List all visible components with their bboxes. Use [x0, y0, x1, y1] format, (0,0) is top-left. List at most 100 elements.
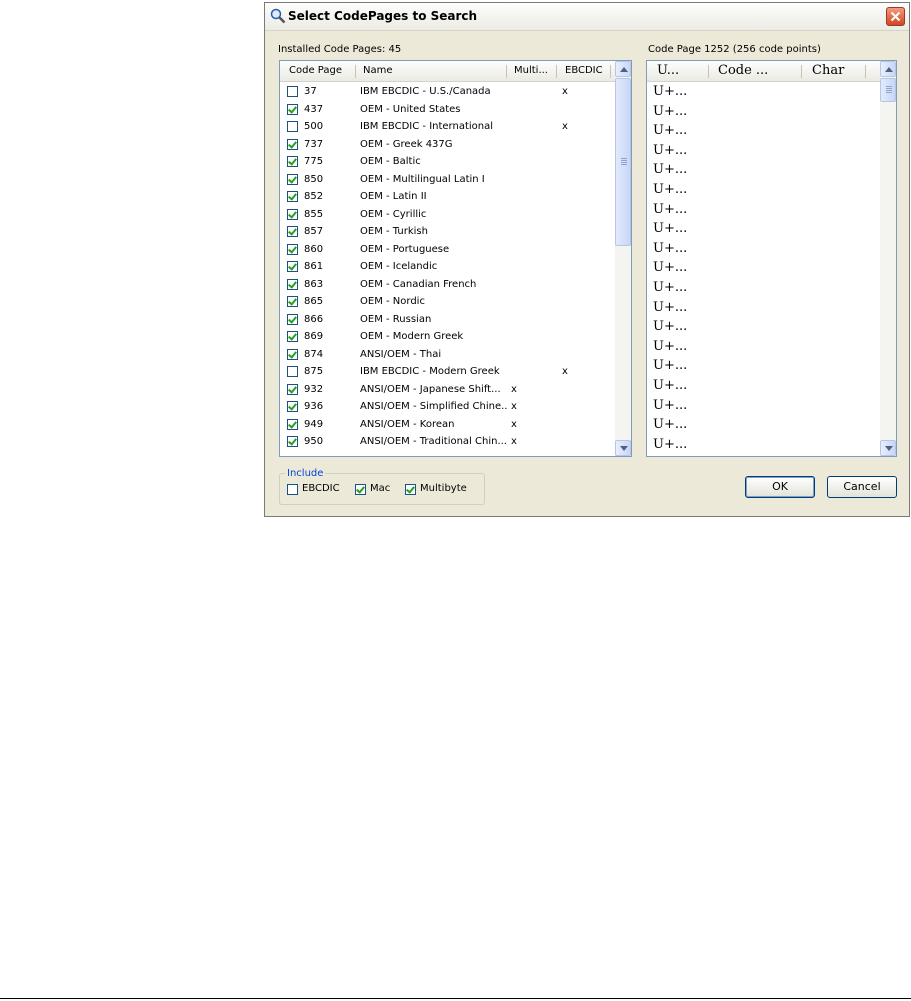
column-header-name[interactable]: Name [363, 61, 503, 81]
code-page-name: IBM EBCDIC - U.S./Canada [360, 86, 491, 97]
code-points-list[interactable]: U... Code ... Char U+... U+... U+... U+... U… [646, 60, 897, 457]
scroll-up-icon [620, 67, 628, 72]
code-page-row[interactable]: 866 OEM - Russian [280, 311, 616, 329]
scroll-thumb[interactable] [880, 78, 896, 102]
code-page-number: 874 [304, 348, 324, 360]
include-mac-checkbox[interactable] [355, 484, 366, 495]
code-page-checkbox[interactable] [287, 401, 298, 412]
code-page-name: ANSI/OEM - Simplified Chine... [360, 401, 508, 412]
code-page-row[interactable]: 500 IBM EBCDIC - International x [280, 118, 616, 136]
code-page-checkbox[interactable] [287, 331, 298, 342]
cancel-button[interactable]: Cancel [827, 476, 897, 498]
scroll-down-button[interactable] [880, 440, 896, 456]
code-page-row[interactable]: 875 IBM EBCDIC - Modern Greek x [280, 363, 616, 381]
code-page-checkbox[interactable] [287, 191, 298, 202]
code-page-row[interactable]: 37 IBM EBCDIC - U.S./Canada x [280, 83, 616, 101]
include-ebcdic-checkbox[interactable] [287, 484, 298, 495]
code-page-row[interactable]: 861 OEM - Icelandic [280, 258, 616, 276]
code-page-row[interactable]: 932 ANSI/OEM - Japanese Shift... x [280, 381, 616, 399]
title-bar[interactable]: Select CodePages to Search [265, 3, 909, 31]
code-point-row[interactable]: U+... [653, 102, 687, 122]
code-page-row[interactable]: 950 ANSI/OEM - Traditional Chin... x [280, 433, 616, 451]
code-point-row[interactable]: U+... [653, 278, 687, 298]
scroll-up-button[interactable] [880, 61, 896, 77]
code-point-row[interactable]: U+... [653, 337, 687, 357]
code-page-checkbox[interactable] [287, 383, 298, 395]
installed-code-pages-list[interactable]: Code Page Name Multi... EBCDIC 37 IBM EBC… [279, 60, 632, 457]
code-page-row[interactable]: 936 ANSI/OEM - Simplified Chine... x [280, 398, 616, 416]
code-point-row[interactable]: U+... [653, 121, 687, 141]
code-page-checkbox[interactable] [287, 436, 298, 447]
code-page-name: IBM EBCDIC - Modern Greek [360, 366, 500, 377]
column-header-unicode[interactable]: U... [657, 61, 707, 81]
code-point-row[interactable]: U+... [653, 258, 687, 278]
code-page-row[interactable]: 874 ANSI/OEM - Thai [280, 346, 616, 364]
code-page-checkbox[interactable] [287, 261, 298, 272]
code-page-row[interactable]: 860 OEM - Portuguese [280, 241, 616, 259]
code-page-checkbox[interactable] [287, 138, 298, 150]
code-page-row[interactable]: 855 OEM - Cyrillic [280, 206, 616, 224]
code-point-row[interactable]: U+... [653, 82, 687, 102]
code-point-row[interactable]: U+... [653, 396, 687, 416]
code-page-checkbox[interactable] [287, 226, 298, 237]
code-point-row[interactable]: U+... [653, 415, 687, 435]
code-page-checkbox[interactable] [287, 313, 298, 325]
code-points-scrollbar[interactable] [880, 61, 896, 456]
code-point-row[interactable]: U+... [653, 317, 687, 337]
code-point-row[interactable]: U+... [653, 160, 687, 180]
code-page-row[interactable]: 857 OEM - Turkish [280, 223, 616, 241]
column-header-multibyte[interactable]: Multi... [514, 61, 552, 81]
code-point-row[interactable]: U+... [653, 219, 687, 239]
code-page-checkbox[interactable] [287, 86, 298, 97]
column-header-code-page[interactable]: Code Page [289, 61, 351, 81]
code-point-row[interactable]: U+... [653, 239, 687, 259]
code-page-row[interactable]: 949 ANSI/OEM - Korean x [280, 416, 616, 434]
code-page-checkbox[interactable] [287, 366, 298, 377]
column-header-char[interactable]: Char [812, 61, 862, 81]
code-page-checkbox[interactable] [287, 173, 298, 185]
code-page-number: 852 [304, 191, 324, 202]
ok-button[interactable]: OK [745, 476, 815, 498]
code-page-checkbox[interactable] [287, 208, 298, 220]
code-page-checkbox[interactable] [287, 278, 298, 290]
include-ebcdic-option[interactable]: EBCDIC [287, 483, 347, 497]
code-point-row[interactable]: U+... [653, 200, 687, 220]
close-button[interactable] [886, 7, 905, 26]
code-page-checkbox[interactable] [287, 418, 298, 430]
code-point-row[interactable]: U+... [653, 376, 687, 396]
code-point-row[interactable]: U+... [653, 356, 687, 376]
list-scrollbar[interactable] [615, 61, 631, 456]
scroll-down-button[interactable] [615, 440, 631, 456]
include-multibyte-label: Multibyte [420, 483, 467, 494]
code-page-name: OEM - Nordic [360, 296, 425, 307]
code-page-checkbox[interactable] [287, 348, 298, 360]
code-page-row[interactable]: 775 OEM - Baltic [280, 153, 616, 171]
code-page-row[interactable]: 865 OEM - Nordic [280, 293, 616, 311]
code-page-checkbox[interactable] [287, 243, 298, 255]
column-header-ebcdic[interactable]: EBCDIC [565, 61, 607, 81]
code-page-row[interactable]: 850 OEM - Multilingual Latin I [280, 171, 616, 189]
code-page-row[interactable]: 852 OEM - Latin II [280, 188, 616, 206]
find-icon [270, 8, 286, 24]
include-multibyte-checkbox[interactable] [405, 484, 416, 495]
code-point-row[interactable]: U+... [653, 298, 687, 318]
code-point-row[interactable]: U+... [653, 435, 687, 455]
dialog-title: Select CodePages to Search [288, 9, 478, 23]
code-page-checkbox[interactable] [287, 121, 298, 132]
code-page-number: 850 [304, 173, 324, 185]
check-mark-icon [406, 484, 415, 494]
column-header-code[interactable]: Code ... [718, 61, 798, 81]
include-multibyte-option[interactable]: Multibyte [405, 483, 469, 497]
code-page-row[interactable]: 863 OEM - Canadian French [280, 276, 616, 294]
code-page-row[interactable]: 869 OEM - Modern Greek [280, 328, 616, 346]
scroll-up-button[interactable] [615, 61, 631, 77]
code-page-checkbox[interactable] [287, 156, 298, 167]
code-point-row[interactable]: U+... [653, 180, 687, 200]
code-page-checkbox[interactable] [287, 296, 298, 307]
scroll-thumb[interactable] [615, 78, 631, 246]
include-mac-option[interactable]: Mac [355, 483, 395, 497]
code-page-row[interactable]: 737 OEM - Greek 437G [280, 136, 616, 154]
code-page-checkbox[interactable] [287, 103, 298, 115]
code-page-row[interactable]: 437 OEM - United States [280, 101, 616, 119]
code-point-row[interactable]: U+... [653, 141, 687, 161]
